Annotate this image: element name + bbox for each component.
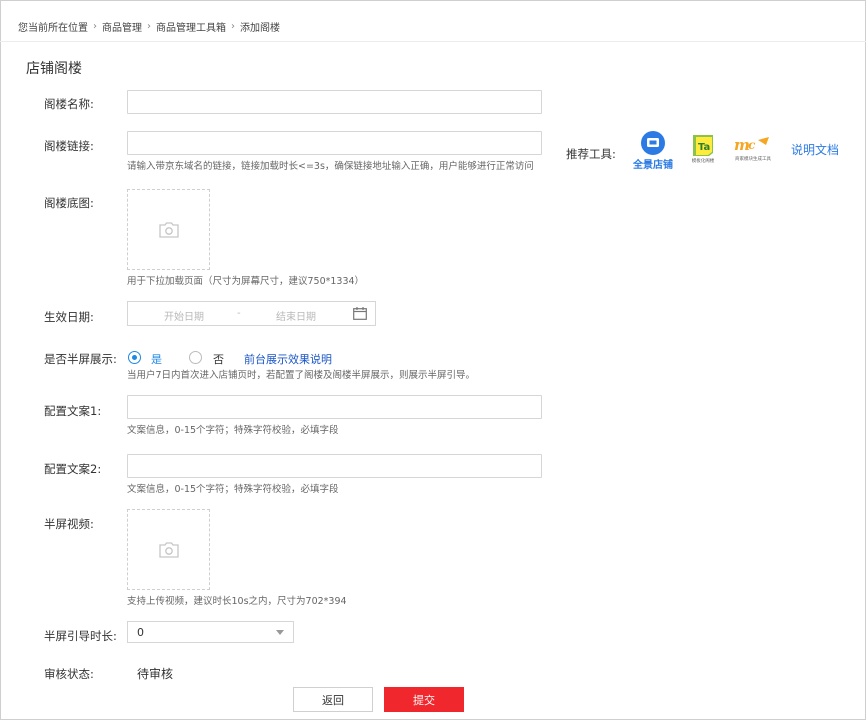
breadcrumb-link-goods[interactable]: 商品管理 [102, 19, 142, 34]
tool-ta-template[interactable]: Ta 模板化阁楼 [684, 133, 722, 164]
chevron-right-icon: › [147, 21, 151, 32]
halfscreen-no-radio[interactable] [189, 351, 202, 364]
start-date-placeholder[interactable]: 开始日期 [164, 308, 204, 323]
date-range-picker[interactable]: 开始日期 - 结束日期 [127, 301, 376, 326]
halfscreen-yes-label[interactable]: 是 [151, 351, 162, 367]
copy1-hint: 文案信息，0-15个字符；特殊字符校验，必填字段 [127, 425, 339, 436]
svg-text:c: c [748, 138, 756, 152]
doc-link[interactable]: 说明文档 [791, 141, 839, 158]
date-label: 生效日期: [44, 310, 94, 324]
halfscreen-effect-link[interactable]: 前台展示效果说明 [244, 351, 332, 367]
name-input[interactable] [127, 90, 542, 114]
duration-value: 0 [137, 626, 144, 639]
svg-text:Ta: Ta [698, 142, 710, 153]
breadcrumb-prefix: 您当前所在位置 [18, 23, 88, 34]
copy2-label: 配置文案2: [44, 462, 102, 476]
bg-label: 阁楼底图: [44, 196, 94, 210]
duration-label: 半屏引导时长: [44, 629, 117, 643]
breadcrumb-current: 添加阁楼 [240, 23, 280, 34]
halfscreen-yes-radio[interactable] [128, 351, 141, 364]
status-value: 待审核 [137, 667, 174, 681]
halfscreen-no-label[interactable]: 否 [213, 351, 224, 367]
tool-mc[interactable]: m c 商家模块生成工具 [731, 135, 775, 162]
end-date-placeholder[interactable]: 结束日期 [276, 308, 316, 323]
ta-template-icon: Ta [693, 135, 713, 156]
copy1-input[interactable] [127, 395, 542, 419]
calendar-icon[interactable] [353, 307, 367, 323]
back-button[interactable]: 返回 [293, 687, 373, 712]
status-label: 审核状态: [44, 667, 94, 681]
duration-select[interactable]: 0 [127, 621, 294, 643]
copy2-hint: 文案信息，0-15个字符；特殊字符校验，必填字段 [127, 484, 339, 495]
tool-ta-template-label: 模板化阁楼 [691, 158, 715, 164]
copy2-input[interactable] [127, 454, 542, 478]
chevron-right-icon: › [231, 21, 235, 32]
tool-mc-label: 商家模块生成工具 [734, 156, 771, 162]
copy1-label: 配置文案1: [44, 404, 102, 418]
page-title: 店铺阁楼 [26, 61, 82, 77]
video-upload[interactable] [127, 509, 210, 590]
link-hint: 请输入带京东域名的链接，链接加载时长<=3s，确保链接地址输入正确，用户能够进行… [127, 161, 534, 172]
bg-hint: 用于下拉加载页面（尺寸为屏幕尺寸，建议750*1334） [127, 276, 365, 287]
panorama-store-icon [641, 131, 665, 155]
camera-icon [158, 221, 180, 239]
name-label: 阁楼名称: [44, 97, 94, 111]
tool-panorama-store-label: 全景店铺 [633, 160, 673, 171]
caret-down-icon [276, 630, 284, 635]
tool-panorama-store[interactable]: 全景店铺 [632, 130, 674, 171]
chevron-right-icon: › [93, 21, 97, 32]
video-label: 半屏视频: [44, 517, 94, 531]
breadcrumb: 您当前所在位置 › 商品管理 › 商品管理工具箱 › 添加阁楼 [18, 19, 280, 34]
tools-label: 推荐工具: [566, 147, 616, 161]
submit-button[interactable]: 提交 [384, 687, 464, 712]
video-hint: 支持上传视频，建议时长10s之内，尺寸为702*394 [127, 596, 347, 607]
link-input[interactable] [127, 131, 542, 155]
date-divider: - [237, 308, 241, 319]
mc-tool-icon: m c [734, 136, 769, 154]
camera-icon [158, 541, 180, 559]
link-label: 阁楼链接: [44, 139, 94, 153]
header-divider [0, 41, 866, 42]
bg-upload[interactable] [127, 189, 210, 270]
halfscreen-label: 是否半屏展示: [44, 352, 117, 366]
halfscreen-hint: 当用户7日内首次进入店铺页时，若配置了阁楼及阁楼半屏展示，则展示半屏引导。 [127, 370, 476, 381]
breadcrumb-link-toolbox[interactable]: 商品管理工具箱 [156, 19, 226, 34]
